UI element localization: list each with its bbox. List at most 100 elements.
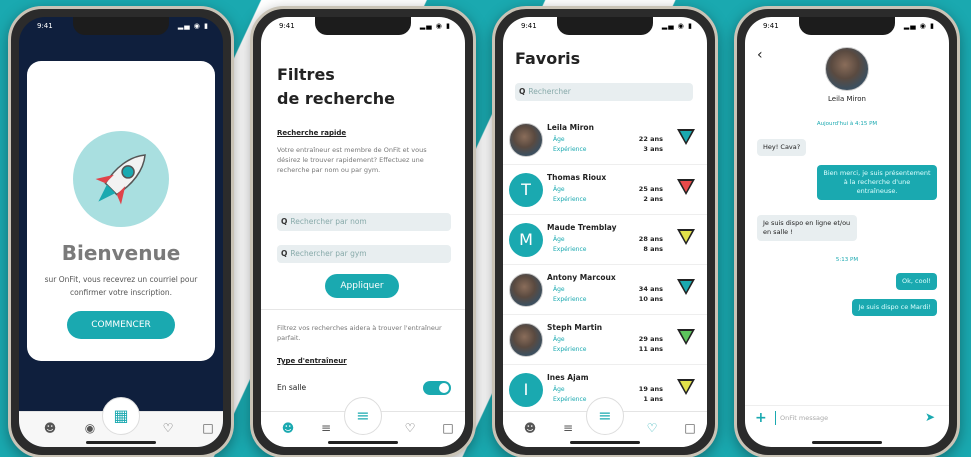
add-fab-icon[interactable]: ≡ (344, 397, 382, 435)
search-gym-placeholder: Rechercher par gym (290, 249, 367, 258)
profile-icon[interactable]: ☻ (41, 421, 59, 437)
home-indicator (86, 441, 156, 444)
refine-text: Filtrez vos recherches aidera à trouver … (277, 324, 442, 342)
trainer-name: Thomas Rioux (547, 173, 607, 182)
experience-label: Expérience (553, 246, 587, 253)
favorites-search-input[interactable]: Q Rechercher (515, 83, 693, 101)
heart-icon[interactable]: ♡ (401, 421, 419, 437)
list-item[interactable]: Steph Martin Âge Expérience 29 ans 11 ans (503, 317, 707, 365)
add-fab-icon[interactable]: ≡ (586, 397, 624, 435)
trainer-name: Leila Miron (547, 123, 594, 132)
start-button[interactable]: COMMENCER (67, 311, 175, 339)
avatar: T (509, 173, 543, 207)
quick-search-label: Recherche rapide (277, 129, 347, 137)
message-out-3: Je suis dispo ce Mardi! (852, 299, 937, 316)
age-value: 34 ans (638, 285, 663, 293)
option-gym-label: En salle (277, 383, 307, 392)
chat-date-1: Aujourd'hui à 4:15 PM (816, 121, 878, 127)
age-value: 19 ans (638, 385, 663, 393)
filters-icon[interactable]: ≡ (559, 421, 577, 437)
chat-date-2: 5:13 PM (835, 257, 859, 263)
profile-icon[interactable]: ☻ (521, 421, 539, 437)
filters-title-line2: de recherche (277, 89, 395, 108)
experience-label: Expérience (553, 296, 587, 303)
experience-label: Expérience (553, 396, 587, 403)
search-icon: Q (281, 249, 288, 258)
list-item[interactable]: M Maude Tremblay Âge Expérience 28 ans 8 ans (503, 217, 707, 265)
welcome-title: Bienvenue (61, 241, 181, 265)
experience-value: 2 ans (643, 195, 663, 203)
age-label: Âge (553, 186, 565, 193)
status-time: 9:41 (763, 22, 779, 30)
back-chevron-icon[interactable]: ‹ (757, 47, 763, 63)
phone-favorites: 9:41 ▂▄ ◉ ▮ Favoris Q Rechercher Leila Mi… (492, 6, 718, 457)
age-label: Âge (553, 136, 565, 143)
age-value: 29 ans (638, 335, 663, 343)
search-gym-input[interactable]: Q Rechercher par gym (277, 245, 451, 263)
quick-search-text: Votre entraîneur est membre de OnFit et … (277, 146, 427, 174)
message-out-2: Ok, cool! (896, 273, 937, 290)
divider (261, 309, 465, 310)
list-item[interactable]: Leila Miron Âge Expérience 22 ans 3 ans (503, 117, 707, 165)
status-icons: ▂▄ ◉ ▮ (177, 22, 209, 30)
status-icons: ▂▄ ◉ ▮ (661, 22, 693, 30)
experience-label: Expérience (553, 346, 587, 353)
status-time: 9:41 (279, 22, 295, 30)
message-input[interactable]: OnFit message (775, 411, 915, 425)
rocket-illustration (73, 131, 169, 227)
favorites-screen: 9:41 ▂▄ ◉ ▮ Favoris Q Rechercher Leila Mi… (503, 17, 707, 447)
rating-triangle-icon (677, 329, 695, 345)
send-icon[interactable]: ➤ (925, 410, 935, 424)
welcome-message: sur OnFit, vous recevrez un courriel pou… (44, 275, 198, 297)
welcome-card: Bienvenue sur OnFit, vous recevrez un co… (27, 61, 215, 361)
age-label: Âge (553, 336, 565, 343)
apply-button[interactable]: Appliquer (325, 274, 399, 298)
list-item[interactable]: Antony Marcoux Âge Expérience 34 ans 10 ans (503, 267, 707, 315)
rating-triangle-icon (677, 229, 695, 245)
status-bar: 9:41 ▂▄ ◉ ▮ (19, 21, 223, 33)
trainer-name: Antony Marcoux (547, 273, 616, 282)
message-in-1: Hey! Cava? (757, 139, 807, 156)
message-out-1: Bien merci, je suis présentement à la re… (817, 165, 937, 200)
list-item[interactable]: T Thomas Rioux Âge Expérience 25 ans 2 ans (503, 167, 707, 215)
experience-value: 10 ans (638, 295, 663, 303)
experience-value: 3 ans (643, 145, 663, 153)
heart-icon[interactable]: ♡ (643, 421, 661, 437)
avatar (509, 323, 543, 357)
age-label: Âge (553, 286, 565, 293)
message-bar: + OnFit message ➤ (745, 405, 949, 429)
filters-icon[interactable]: ≡ (317, 421, 335, 437)
status-bar: 9:41 ▂▄ ◉ ▮ (745, 21, 949, 33)
tag-icon[interactable]: ◉ (81, 421, 99, 437)
chat-icon[interactable]: □ (681, 421, 699, 437)
avatar (509, 123, 543, 157)
experience-value: 1 ans (643, 395, 663, 403)
contact-avatar (825, 47, 869, 91)
age-value: 28 ans (638, 235, 663, 243)
search-icon: Q (519, 87, 526, 96)
rating-triangle-icon (677, 129, 695, 145)
filters-title-line1: Filtres (277, 65, 335, 84)
calendar-fab-icon[interactable]: ▦ (102, 397, 140, 435)
home-indicator (812, 441, 882, 444)
status-time: 9:41 (521, 22, 537, 30)
trainer-name: Maude Tremblay (547, 223, 617, 232)
heart-icon[interactable]: ♡ (159, 421, 177, 437)
plus-icon[interactable]: + (755, 410, 767, 426)
home-indicator (570, 441, 640, 444)
chat-icon[interactable]: □ (439, 421, 457, 437)
rating-triangle-icon (677, 279, 695, 295)
message-in-2: Je suis dispo en ligne et/ou en salle ! (757, 215, 857, 241)
experience-label: Expérience (553, 196, 587, 203)
status-time: 9:41 (37, 22, 53, 30)
chat-icon[interactable]: □ (199, 421, 217, 437)
favorites-title: Favoris (515, 49, 581, 68)
gym-toggle[interactable] (423, 381, 451, 395)
status-icons: ▂▄ ◉ ▮ (903, 22, 935, 30)
search-name-input[interactable]: Q Rechercher par nom (277, 213, 451, 231)
experience-value: 8 ans (643, 245, 663, 253)
avatar (509, 273, 543, 307)
age-label: Âge (553, 386, 565, 393)
chat-screen: 9:41 ▂▄ ◉ ▮ ‹ Leila Miron Aujourd'hui à … (745, 17, 949, 447)
profile-icon[interactable]: ☻ (279, 421, 297, 437)
